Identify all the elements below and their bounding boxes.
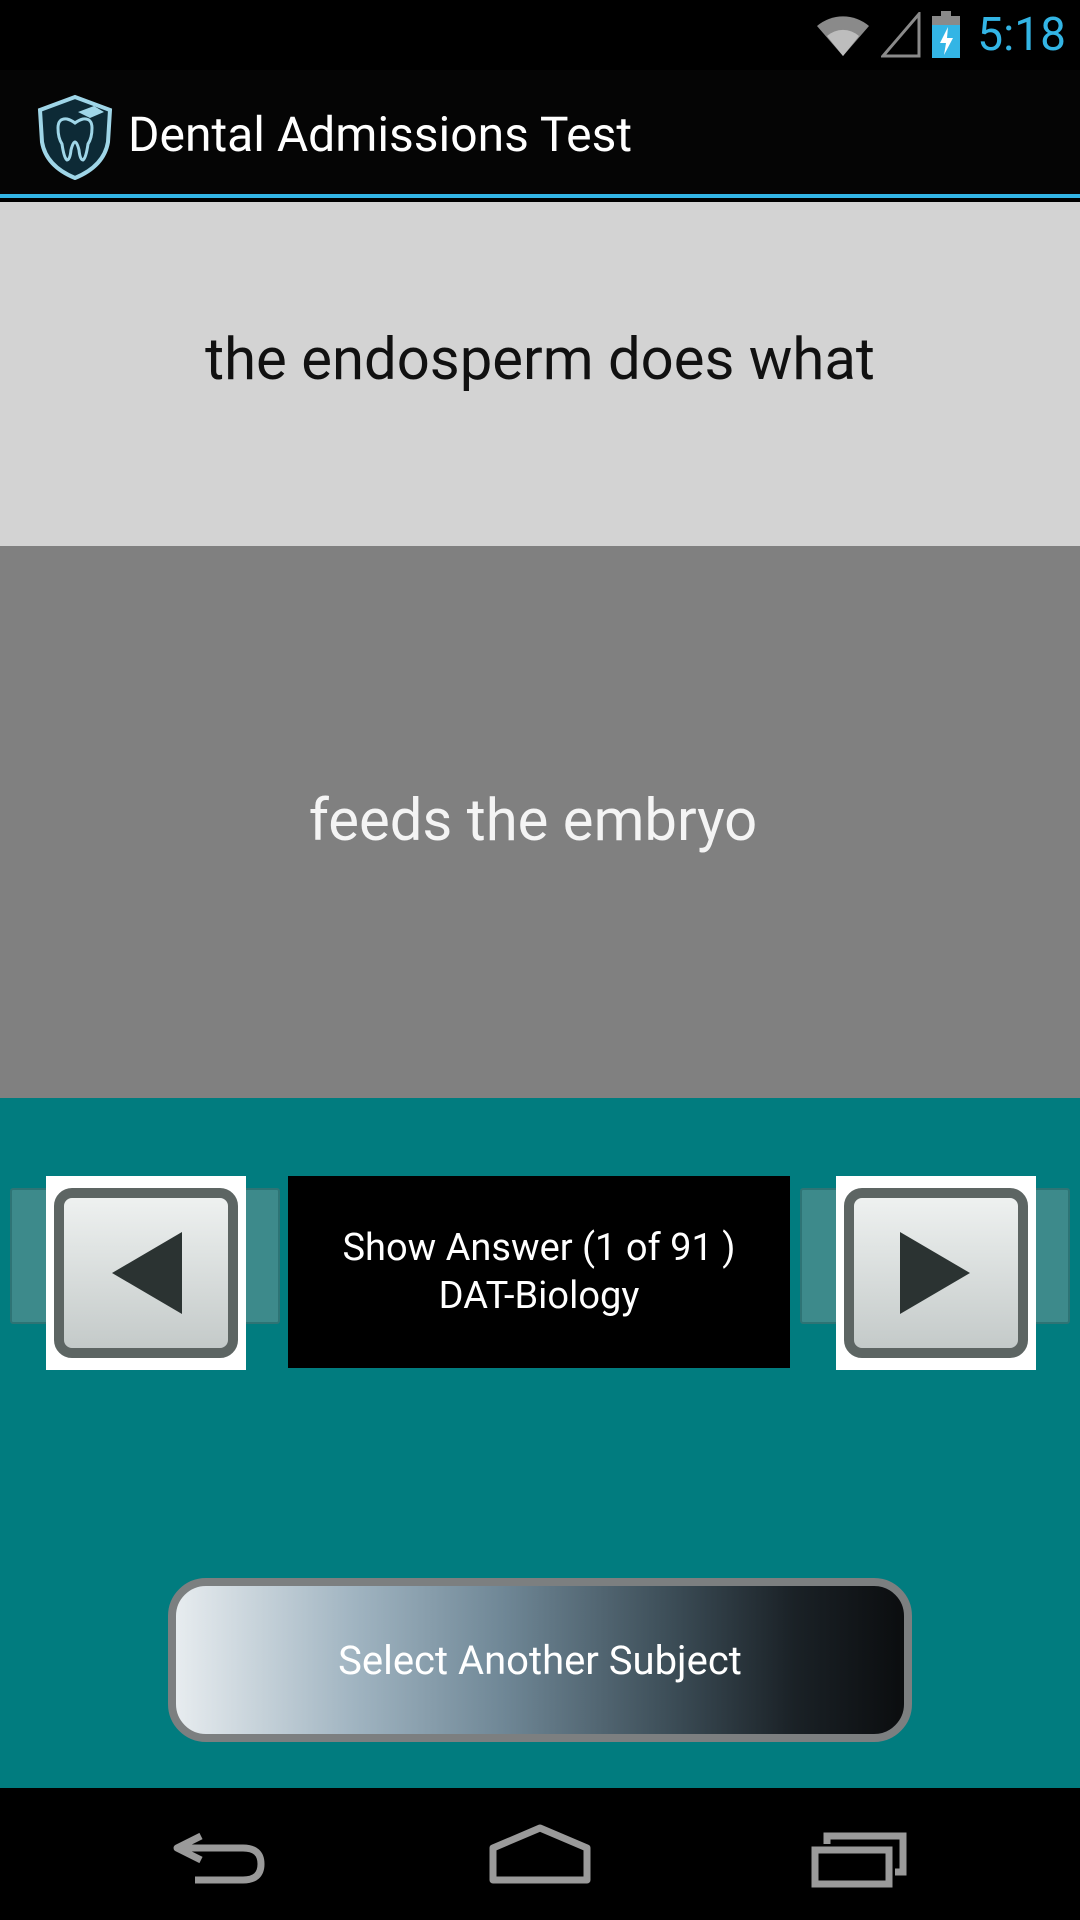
back-icon[interactable]: [165, 1822, 275, 1892]
show-answer-label: Show Answer (1 of 91 ): [342, 1226, 736, 1270]
controls-panel: Show Answer (1 of 91 ) DAT-Biology Selec…: [0, 1098, 1080, 1788]
show-answer-button[interactable]: Show Answer (1 of 91 ) DAT-Biology: [288, 1176, 790, 1368]
arrow-left-icon: [112, 1232, 182, 1314]
answer-panel: feeds the embryo: [0, 546, 1080, 1098]
previous-button-face: [54, 1188, 238, 1358]
next-button[interactable]: [836, 1176, 1036, 1370]
previous-card-control: [10, 1176, 280, 1370]
status-bar: 5:18: [0, 0, 1080, 70]
wifi-icon: [817, 16, 870, 56]
action-bar: Dental Admissions Test: [0, 70, 1080, 198]
arrow-right-icon: [900, 1232, 970, 1314]
tooth-shield-icon[interactable]: [34, 94, 116, 181]
subject-label: DAT-Biology: [438, 1274, 640, 1318]
next-card-control: [800, 1176, 1070, 1370]
next-button-face: [844, 1188, 1028, 1358]
battery-charging-icon: [932, 11, 961, 58]
app-title: Dental Admissions Test: [128, 106, 633, 163]
status-icons: 5:18: [815, 8, 1066, 62]
question-text: the endosperm does what: [205, 326, 875, 394]
home-icon[interactable]: [485, 1822, 595, 1892]
select-subject-button[interactable]: Select Another Subject: [168, 1578, 912, 1742]
system-nav-bar: [0, 1788, 1080, 1920]
signal-icon: [881, 12, 921, 58]
status-time: 5:18: [977, 8, 1066, 62]
recents-icon[interactable]: [805, 1822, 915, 1892]
answer-text: feeds the embryo: [308, 787, 758, 855]
question-panel: the endosperm does what: [0, 202, 1080, 546]
previous-button[interactable]: [46, 1176, 246, 1370]
